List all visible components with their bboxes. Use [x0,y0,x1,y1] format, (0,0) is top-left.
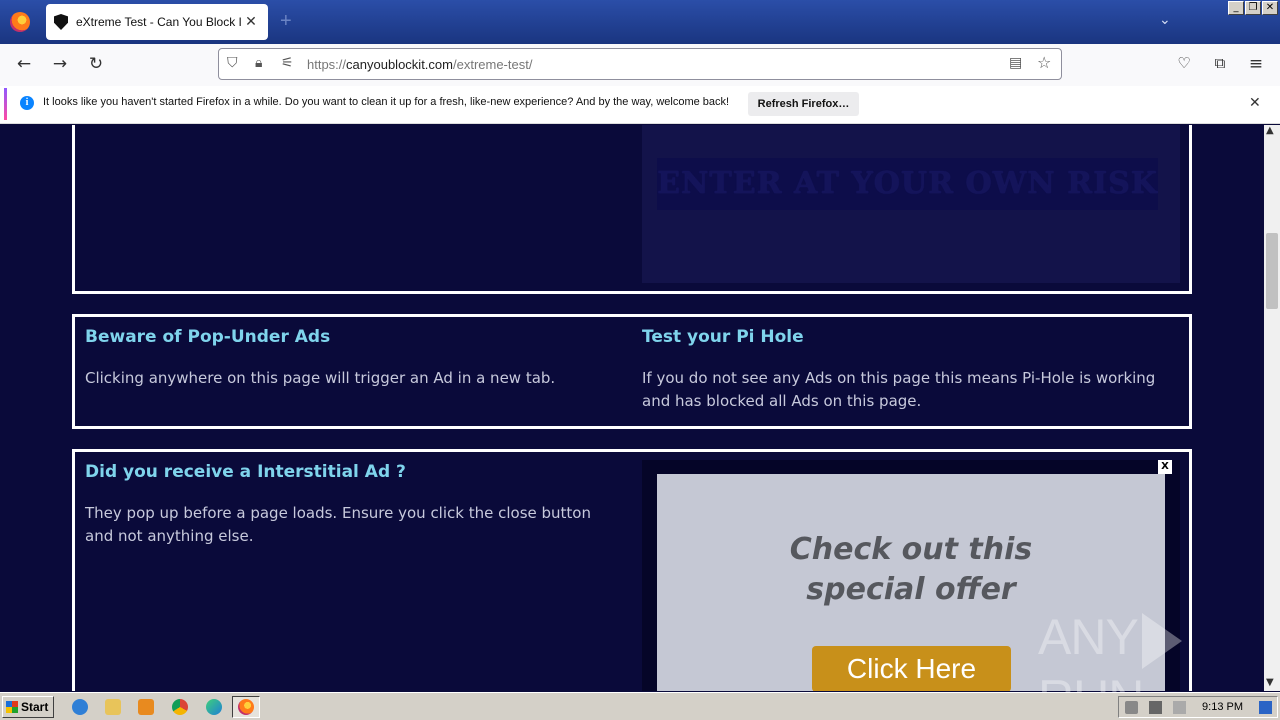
windows-taskbar: Start 9:13 PM [0,692,1280,720]
start-button[interactable]: Start [2,696,54,718]
refresh-notification-bar: i It looks like you haven't started Fire… [0,86,1280,124]
file-explorer-icon[interactable] [105,699,121,715]
interstitial-body: They pop up before a page loads. Ensure … [85,504,591,545]
risk-banner: ENTER AT YOUR OWN RISK [657,158,1158,210]
tab-strip: eXtreme Test - Can You Block It ? ✕ + ⌄ … [0,0,1280,44]
ad-click-here-button[interactable]: Click Here [812,646,1011,691]
permissions-icon[interactable]: ⚟ [281,55,294,71]
popunder-title: Beware of Pop-Under Ads [85,327,331,347]
url-host: canyoublockit.com [346,57,453,72]
taskbar-firefox-button[interactable] [232,696,260,718]
url-scheme: https:// [307,57,347,72]
volume-icon[interactable] [1125,701,1138,714]
risk-section: ENTER AT YOUR OWN RISK [72,125,1192,294]
scroll-up-arrow-icon[interactable]: ▲ [1266,125,1274,136]
ad-headline: Check out this special offer [657,530,1165,610]
lock-icon[interactable]: 🔒︎ [255,55,262,71]
reader-view-icon[interactable]: ▤ [1009,55,1022,71]
ad-headline-line1: Check out this [789,532,1033,567]
close-window-button[interactable]: ✕ [1262,1,1278,15]
app-menu-icon[interactable]: ≡ [1244,54,1268,74]
internet-explorer-icon[interactable] [72,699,88,715]
list-all-tabs-chevron-icon[interactable]: ⌄ [1159,12,1171,28]
show-desktop-icon[interactable] [1259,701,1272,714]
navigation-toolbar: ← → ↻ ⛉ 🔒︎ ⚟ https://canyoublockit.com/e… [0,44,1280,86]
flag-icon[interactable] [1173,701,1186,714]
popunder-column: Beware of Pop-Under Ads Clicking anywher… [85,327,605,390]
network-icon[interactable] [1149,701,1162,714]
ad-close-button[interactable]: X [1158,460,1172,474]
watermark-left: ANY [1038,609,1139,665]
refresh-firefox-button[interactable]: Refresh Firefox… [748,92,859,116]
chrome-icon[interactable] [172,699,188,715]
back-arrow-icon[interactable]: ← [12,54,36,74]
info-section: Beware of Pop-Under Ads Clicking anywher… [72,314,1192,429]
bookmark-star-icon[interactable]: ☆ [1037,53,1051,72]
reload-icon[interactable]: ↻ [84,54,108,74]
minimize-button[interactable]: _ [1228,1,1244,15]
url-text[interactable]: https://canyoublockit.com/extreme-test/ [307,57,532,72]
interstitial-title: Did you receive a Interstitial Ad ? [85,462,406,482]
risk-panel: ENTER AT YOUR OWN RISK [642,125,1180,283]
notification-text: It looks like you haven't started Firefo… [43,96,730,108]
edge-icon[interactable] [206,699,222,715]
scroll-down-arrow-icon[interactable]: ▼ [1266,677,1274,688]
ad-headline-line2: special offer [806,572,1016,607]
tab-extreme-test[interactable]: eXtreme Test - Can You Block It ? ✕ [46,4,268,40]
new-tab-button[interactable]: + [280,10,292,33]
firefox-icon [238,699,254,715]
watermark-play-icon [1141,612,1182,669]
start-label: Start [21,700,49,714]
windows-logo-icon [6,701,18,713]
pihole-column: Test your Pi Hole If you do not see any … [642,327,1162,413]
url-bar[interactable]: ⛉ 🔒︎ ⚟ https://canyoublockit.com/extreme… [218,48,1062,80]
pocket-icon[interactable]: ♡ [1172,54,1196,72]
notification-close-button[interactable]: ✕ [1249,95,1261,111]
window-controls: _ ❐ ✕ [1228,1,1278,15]
shield-favicon-icon [54,14,68,30]
extensions-icon[interactable]: ⧉ [1208,54,1232,72]
info-icon: i [20,96,34,110]
clock: 9:13 PM [1202,701,1243,713]
tab-close-button[interactable]: ✕ [242,14,260,30]
url-path: /extreme-test/ [452,57,533,72]
page-scrollbar[interactable]: ▲ ▼ [1264,125,1280,691]
tracking-shield-icon[interactable]: ⛉ [227,55,238,71]
system-tray: 9:13 PM [1118,696,1278,718]
pihole-body: If you do not see any Ads on this page t… [642,369,1156,410]
tab-title: eXtreme Test - Can You Block It ? [76,15,242,29]
media-player-icon[interactable] [138,699,154,715]
restore-button[interactable]: ❐ [1245,1,1261,15]
scrollbar-thumb[interactable] [1266,233,1278,309]
firefox-menu-icon[interactable] [10,12,30,32]
interstitial-column: Did you receive a Interstitial Ad ? They… [85,462,605,548]
notification-accent [4,88,7,120]
forward-arrow-icon[interactable]: → [48,54,72,74]
popunder-body: Clicking anywhere on this page will trig… [85,369,556,387]
interstitial-section: Did you receive a Interstitial Ad ? They… [72,449,1192,691]
pihole-title: Test your Pi Hole [642,327,804,347]
page-viewport[interactable]: ENTER AT YOUR OWN RISK Beware of Pop-Und… [0,125,1264,691]
